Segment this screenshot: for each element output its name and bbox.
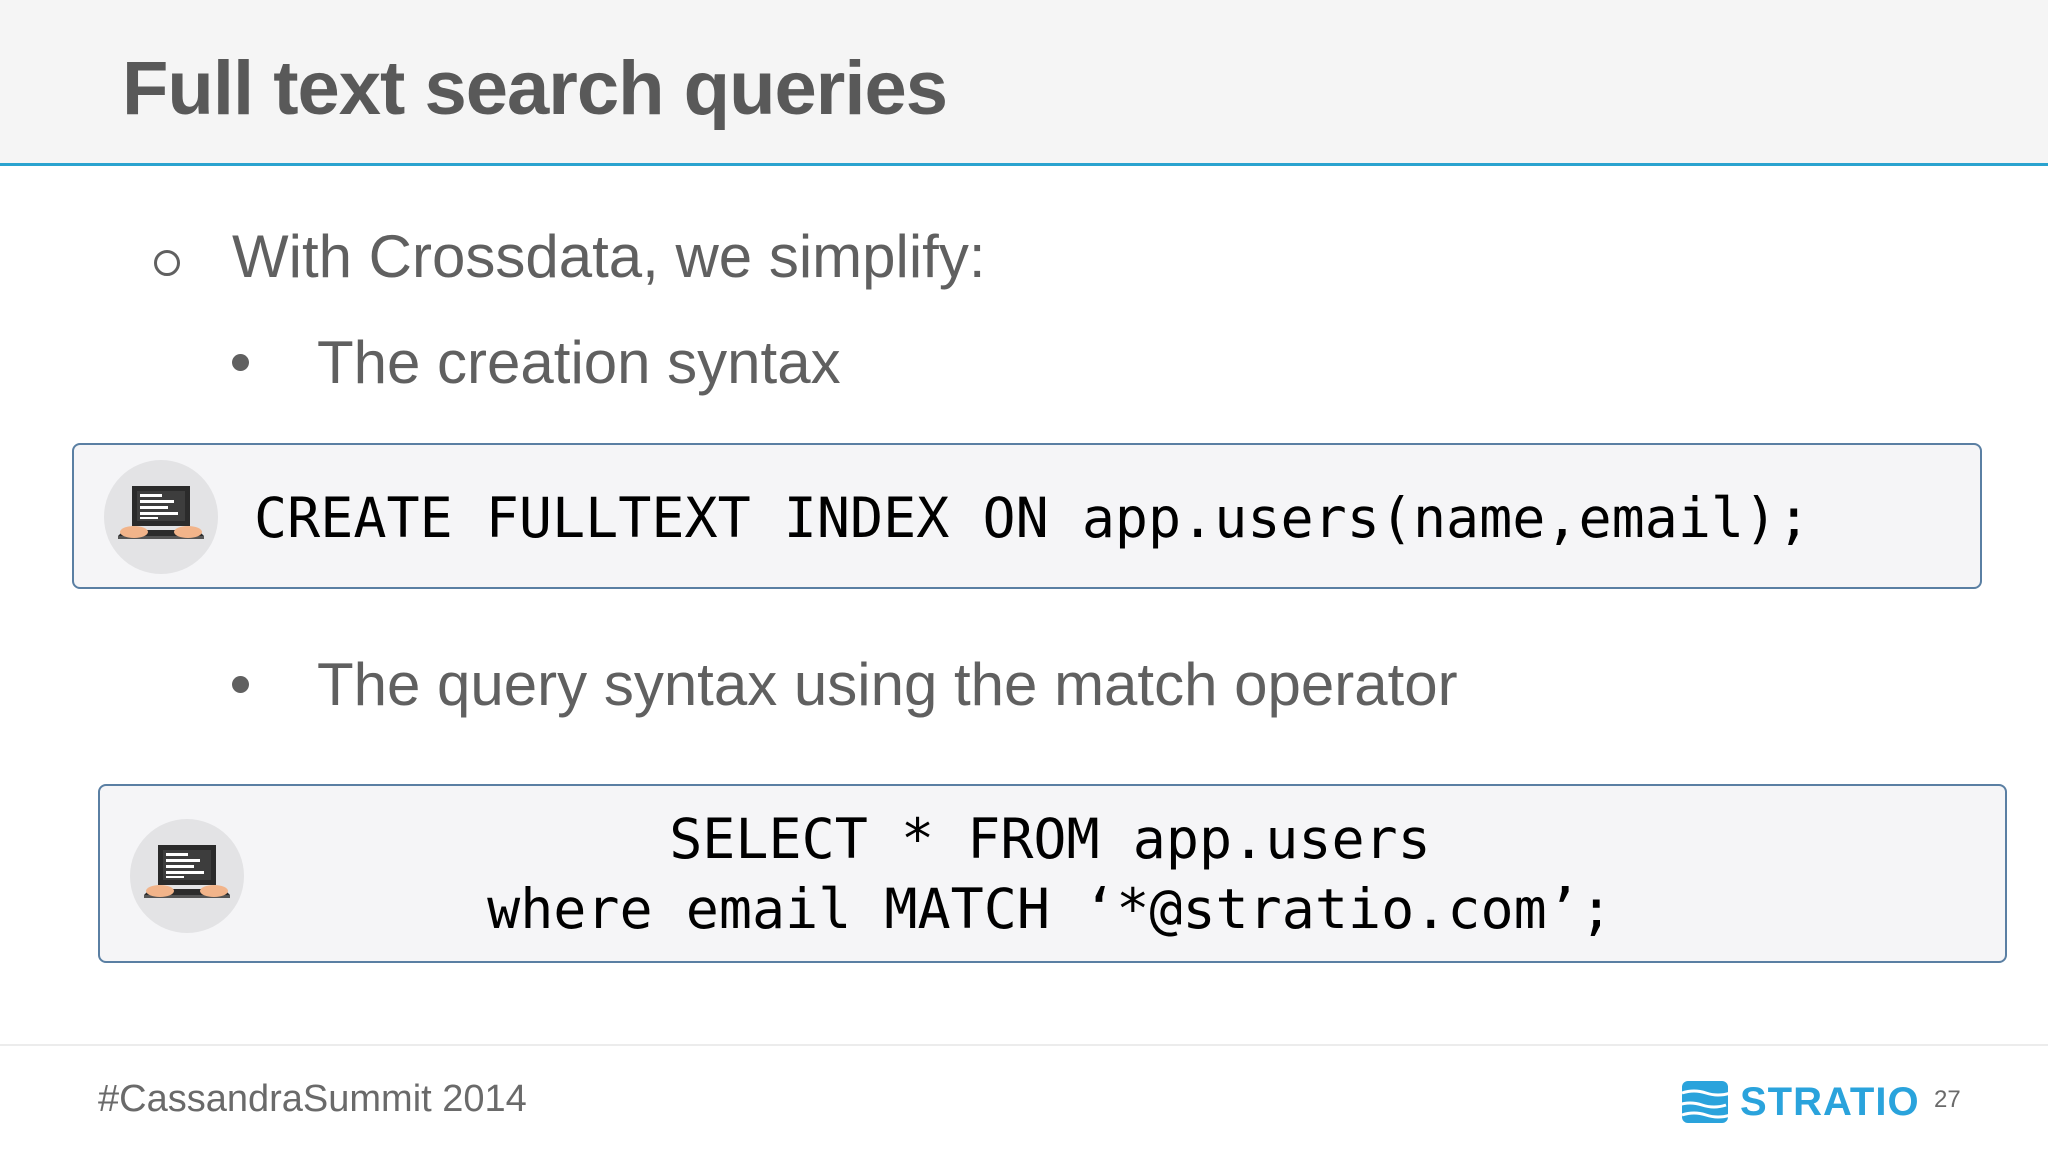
title-bar: Full text search queries bbox=[0, 0, 2048, 166]
bullet-creation-text: The creation syntax bbox=[317, 328, 841, 396]
filled-dot-bullet-icon bbox=[232, 675, 249, 693]
code-line: CREATE FULLTEXT INDEX ON app.users(name,… bbox=[254, 486, 1811, 550]
bullet-main-text: With Crossdata, we simplify: bbox=[232, 222, 986, 290]
laptop-icon bbox=[104, 460, 218, 574]
footer-hashtag: #CassandraSummit 2014 bbox=[98, 1078, 527, 1120]
footer-divider bbox=[0, 1044, 2048, 1046]
slide-title: Full text search queries bbox=[122, 46, 948, 131]
filled-dot-bullet-icon bbox=[232, 353, 249, 371]
bullet-query: The query syntax using the match operato… bbox=[232, 646, 1458, 722]
brand-name: STRATIO bbox=[1740, 1079, 1920, 1124]
laptop-icon bbox=[130, 819, 244, 933]
hollow-circle-bullet-icon bbox=[154, 250, 180, 276]
stratio-logo: STRATIO bbox=[1678, 1078, 1920, 1126]
stratio-mark-icon bbox=[1678, 1081, 1730, 1123]
code-block-create: CREATE FULLTEXT INDEX ON app.users(name,… bbox=[72, 443, 1982, 589]
code-block-select: SELECT * FROM app.users where email MATC… bbox=[98, 784, 2007, 963]
bullet-creation: The creation syntax bbox=[232, 324, 841, 400]
bullet-query-text: The query syntax using the match operato… bbox=[317, 650, 1458, 718]
page-number: 27 bbox=[1934, 1086, 1961, 1113]
bullet-main: With Crossdata, we simplify: bbox=[154, 218, 986, 294]
code-line: SELECT * FROM app.users bbox=[669, 807, 1431, 871]
code-line: where email MATCH ‘*@stratio.com’; bbox=[487, 877, 1613, 941]
